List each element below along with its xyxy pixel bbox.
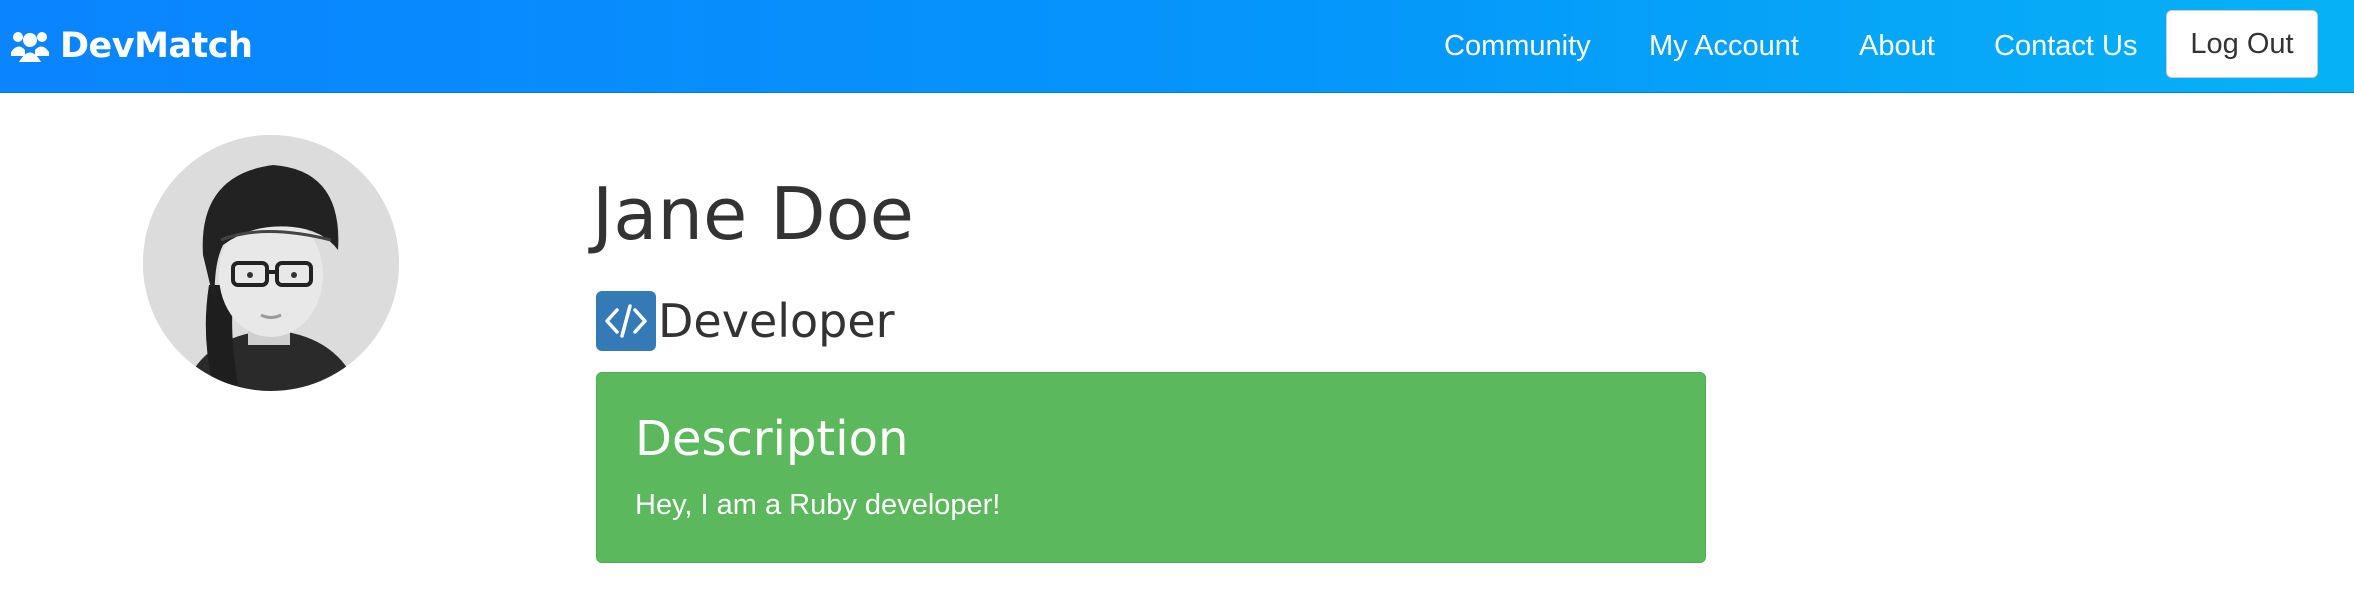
users-icon — [11, 32, 49, 62]
avatar — [143, 135, 399, 391]
nav-link-contact-us[interactable]: Contact Us — [1994, 24, 2137, 68]
profile-name: Jane Doe — [592, 172, 914, 256]
role-label: Developer — [658, 294, 895, 348]
nav-link-community[interactable]: Community — [1444, 24, 1591, 68]
brand-link[interactable]: DevMatch — [10, 22, 253, 70]
nav-link-about[interactable]: About — [1859, 24, 1935, 68]
nav-link-my-account[interactable]: My Account — [1649, 24, 1799, 68]
log-out-button[interactable]: Log Out — [2166, 10, 2318, 78]
description-panel: Description Hey, I am a Ruby developer! — [596, 372, 1706, 563]
role-row: Developer — [596, 291, 895, 351]
description-title: Description — [635, 411, 909, 467]
top-navbar: DevMatch Community My Account About Cont… — [0, 0, 2354, 93]
code-icon — [596, 291, 656, 351]
brand-name: DevMatch — [60, 26, 253, 66]
description-text: Hey, I am a Ruby developer! — [635, 489, 1001, 521]
profile-photo — [143, 135, 399, 391]
